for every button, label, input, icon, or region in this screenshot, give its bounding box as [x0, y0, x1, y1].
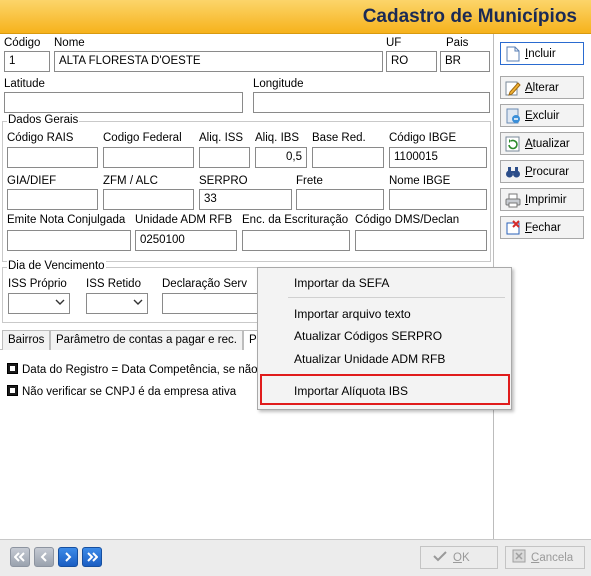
declaracao-serv-label: Declaração Serv	[162, 278, 248, 290]
cancel-icon	[512, 549, 526, 566]
excluir-button[interactable]: Excluir	[500, 104, 584, 127]
unidade-adm-field[interactable]: 0250100	[135, 230, 237, 251]
procurar-button[interactable]: Procurar	[500, 160, 584, 183]
checkbox-indeterminate-icon	[7, 385, 18, 396]
enc-escrituracao-field[interactable]	[242, 230, 350, 251]
codigo-federal-field[interactable]	[103, 147, 194, 168]
iss-proprio-label: ISS Próprio	[8, 278, 67, 290]
codigo-dms-field[interactable]	[355, 230, 487, 251]
previous-record-icon[interactable]	[34, 547, 54, 567]
checkbox-label: Não verificar se CNPJ é da empresa ativa	[22, 386, 237, 398]
aliq-iss-field[interactable]	[199, 147, 250, 168]
title-bar: Cadastro de Municípios	[0, 0, 591, 34]
binoculars-icon	[505, 164, 521, 180]
checkbox-label: Data do Registro = Data Competência, se …	[22, 364, 258, 376]
checkmark-icon	[433, 550, 447, 565]
aliq-ibs-field[interactable]: 0,5	[255, 147, 307, 168]
new-document-icon	[505, 46, 521, 62]
unidade-adm-label: Unidade ADM RFB	[135, 214, 233, 226]
bottom-bar: OK Cancela	[0, 539, 591, 576]
uf-label: UF	[386, 37, 402, 49]
iss-retido-label: ISS Retido	[86, 278, 141, 290]
incluir-button[interactable]: Incluir	[500, 42, 584, 65]
enc-escrituracao-label: Enc. da Escrituração	[242, 214, 349, 226]
ok-button[interactable]: OK	[420, 546, 498, 569]
delete-icon	[505, 108, 521, 124]
frete-label: Frete	[296, 175, 323, 187]
codigo-dms-label: Código DMS/Declan	[355, 214, 460, 226]
menu-item-atualizar-serpro[interactable]: Atualizar Códigos SERPRO	[294, 329, 442, 343]
imprimir-button[interactable]: Imprimir	[500, 188, 584, 211]
iss-retido-select[interactable]	[86, 293, 148, 314]
fechar-button[interactable]: Fechar	[500, 216, 584, 239]
nome-ibge-field[interactable]	[389, 189, 487, 210]
codigo-field[interactable]: 1	[4, 51, 50, 72]
checkbox-cnpj[interactable]: Não verificar se CNPJ é da empresa ativa	[7, 385, 236, 398]
chevron-down-icon	[55, 297, 65, 310]
menu-item-importar-sefa[interactable]: Importar da SEFA	[294, 276, 389, 290]
checkbox-indeterminate-icon	[7, 363, 18, 374]
serpro-label: SERPRO	[199, 175, 248, 187]
first-record-icon[interactable]	[10, 547, 30, 567]
gia-dief-label: GIA/DIEF	[7, 175, 57, 187]
gia-dief-field[interactable]	[7, 189, 98, 210]
codigo-rais-field[interactable]	[7, 147, 98, 168]
pais-label: Pais	[446, 37, 469, 49]
cancela-button[interactable]: Cancela	[505, 546, 585, 569]
printer-icon	[505, 192, 521, 208]
dados-gerais-title: Dados Gerais	[7, 114, 80, 126]
checkbox-data-registro[interactable]: Data do Registro = Data Competência, se …	[7, 363, 258, 376]
codigo-federal-label: Codigo Federal	[103, 132, 182, 144]
next-record-icon[interactable]	[58, 547, 78, 567]
longitude-field[interactable]	[253, 92, 490, 113]
pais-field[interactable]: BR	[440, 51, 490, 72]
alterar-button[interactable]: Alterar	[500, 76, 584, 99]
uf-field[interactable]: RO	[386, 51, 437, 72]
tab-parametro-contas[interactable]: Parâmetro de contas a pagar e rec.	[50, 330, 243, 350]
base-red-field[interactable]	[312, 147, 384, 168]
close-door-icon	[505, 219, 521, 236]
iss-proprio-select[interactable]	[8, 293, 70, 314]
menu-item-importar-arquivo-texto[interactable]: Importar arquivo texto	[294, 307, 411, 321]
codigo-rais-label: Código RAIS	[7, 132, 74, 144]
codigo-label: Código	[4, 37, 41, 49]
base-red-label: Base Red.	[312, 132, 366, 144]
chevron-down-icon	[133, 297, 143, 310]
window-title: Cadastro de Municípios	[362, 6, 577, 27]
serpro-field[interactable]: 33	[199, 189, 292, 210]
aliq-iss-label: Aliq. ISS	[199, 132, 244, 144]
codigo-ibge-field[interactable]: 1100015	[389, 147, 487, 168]
nome-field[interactable]: ALTA FLORESTA D'OESTE	[54, 51, 383, 72]
edit-pencil-icon	[505, 80, 521, 96]
nome-ibge-label: Nome IBGE	[389, 175, 451, 187]
dia-vencimento-title: Dia de Vencimento	[7, 260, 106, 272]
zfm-alc-field[interactable]	[103, 189, 194, 210]
codigo-ibge-label: Código IBGE	[389, 132, 457, 144]
refresh-icon	[505, 136, 521, 152]
menu-separator	[288, 297, 505, 298]
emite-nota-field[interactable]	[7, 230, 131, 251]
zfm-alc-label: ZFM / ALC	[103, 175, 158, 187]
longitude-label: Longitude	[253, 78, 304, 90]
latitude-field[interactable]	[4, 92, 243, 113]
last-record-icon[interactable]	[82, 547, 102, 567]
latitude-label: Latitude	[4, 78, 45, 90]
nome-label: Nome	[54, 37, 85, 49]
emite-nota-label: Emite Nota Conjulgada	[7, 214, 126, 226]
declaracao-serv-field[interactable]	[162, 293, 258, 314]
tab-bairros[interactable]: Bairros	[2, 330, 51, 350]
menu-item-atualizar-unidade-adm[interactable]: Atualizar Unidade ADM RFB	[294, 352, 445, 366]
atualizar-button[interactable]: Atualizar	[500, 132, 584, 155]
highlight-box	[260, 374, 510, 405]
frete-field[interactable]	[296, 189, 384, 210]
aliq-ibs-label: Aliq. IBS	[255, 132, 300, 144]
